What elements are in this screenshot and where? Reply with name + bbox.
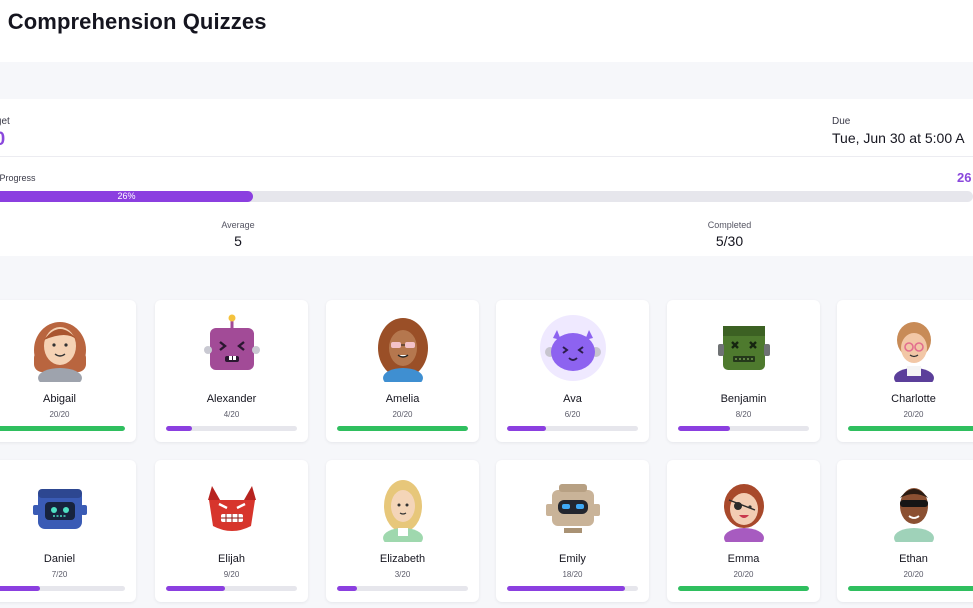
student-progress-track bbox=[337, 426, 468, 431]
student-score: 20/20 bbox=[903, 410, 924, 419]
student-progress-track bbox=[848, 426, 973, 431]
student-name: Ethan bbox=[899, 553, 928, 565]
student-progress-fill bbox=[0, 586, 40, 591]
student-progress-track bbox=[0, 426, 125, 431]
student-card[interactable]: Emma 20/20 bbox=[667, 460, 820, 602]
student-card[interactable]: Elijah 9/20 bbox=[155, 460, 308, 602]
girl-brown-hair-avatar-icon bbox=[25, 312, 95, 382]
student-card[interactable]: Ava 6/20 bbox=[496, 300, 649, 442]
student-name: Emily bbox=[559, 553, 586, 565]
student-progress-fill bbox=[0, 426, 125, 431]
average-label: Average bbox=[221, 220, 255, 230]
student-progress-track bbox=[507, 586, 638, 591]
student-progress-fill bbox=[337, 426, 468, 431]
student-score: 7/20 bbox=[51, 570, 68, 579]
student-name: Amelia bbox=[385, 393, 420, 405]
class-progress-percent: 26 bbox=[957, 170, 972, 185]
target-label: arget bbox=[0, 116, 10, 127]
completed-label: Completed bbox=[707, 220, 752, 230]
student-progress-track bbox=[678, 426, 809, 431]
completed-stat: Completed 5/30 bbox=[486, 212, 973, 256]
student-progress-track bbox=[507, 426, 638, 431]
student-score: 6/20 bbox=[564, 410, 581, 419]
student-progress-fill bbox=[848, 426, 973, 431]
student-progress-track bbox=[337, 586, 468, 591]
student-score: 20/20 bbox=[903, 570, 924, 579]
student-name: Emma bbox=[727, 553, 760, 565]
student-score: 18/20 bbox=[562, 570, 583, 579]
student-card[interactable]: Alexander 4/20 bbox=[155, 300, 308, 442]
student-score: 8/20 bbox=[735, 410, 752, 419]
student-progress-fill bbox=[337, 586, 357, 591]
student-name: Elizabeth bbox=[379, 553, 426, 565]
student-card[interactable]: Charlotte 20/20 bbox=[837, 300, 973, 442]
girl-eyepatch-avatar-icon bbox=[709, 472, 779, 542]
purple-robot-avatar-icon bbox=[197, 312, 267, 382]
student-progress-fill bbox=[507, 586, 625, 591]
student-score: 9/20 bbox=[223, 570, 240, 579]
student-name: Charlotte bbox=[891, 393, 936, 405]
class-progress-label: ass Progress bbox=[0, 173, 36, 183]
average-value: 5 bbox=[234, 233, 242, 249]
student-score: 4/20 bbox=[223, 410, 240, 419]
girl-glasses-overalls-avatar-icon bbox=[879, 312, 949, 382]
student-score: 20/20 bbox=[49, 410, 70, 419]
tan-robot-avatar-icon bbox=[538, 472, 608, 542]
student-name: Daniel bbox=[43, 553, 76, 565]
student-card[interactable]: Elizabeth 3/20 bbox=[326, 460, 479, 602]
page-header: g Comprehension Quizzes bbox=[0, 0, 973, 62]
class-progress-fill-label: 26% bbox=[117, 191, 136, 201]
target-value: 20 bbox=[0, 129, 5, 151]
due-value: Tue, Jun 30 at 5:00 A bbox=[832, 130, 965, 146]
average-stat: Average 5 bbox=[0, 212, 476, 256]
girl-blonde-hair-avatar-icon bbox=[368, 472, 438, 542]
page-title: g Comprehension Quizzes bbox=[0, 9, 267, 34]
summary-divider bbox=[0, 156, 973, 157]
student-progress-fill bbox=[848, 586, 973, 591]
student-progress-fill bbox=[507, 426, 547, 431]
student-name: Alexander bbox=[206, 393, 257, 405]
student-name: Abigail bbox=[42, 393, 77, 405]
student-score: 20/20 bbox=[733, 570, 754, 579]
due-label: Due bbox=[832, 116, 851, 127]
student-progress-track bbox=[678, 586, 809, 591]
student-name: Benjamin bbox=[720, 393, 767, 405]
student-name: Ava bbox=[563, 393, 582, 405]
boy-sunglasses-avatar-icon bbox=[879, 472, 949, 542]
red-devil-avatar-icon bbox=[197, 472, 267, 542]
student-progress-fill bbox=[678, 426, 731, 431]
girl-curly-hair-sunglasses-avatar-icon bbox=[368, 312, 438, 382]
student-card[interactable]: Amelia 20/20 bbox=[326, 300, 479, 442]
student-progress-track bbox=[0, 586, 125, 591]
student-progress-track bbox=[848, 586, 973, 591]
student-card[interactable]: Daniel 7/20 bbox=[0, 460, 136, 602]
purple-monster-avatar-icon bbox=[538, 312, 608, 382]
student-card[interactable]: Emily 18/20 bbox=[496, 460, 649, 602]
green-zombie-robot-avatar-icon bbox=[709, 312, 779, 382]
student-progress-fill bbox=[166, 426, 193, 431]
student-card[interactable]: Abigail 20/20 bbox=[0, 300, 136, 442]
student-progress-track bbox=[166, 426, 297, 431]
student-name: Elijah bbox=[218, 553, 245, 565]
student-progress-track bbox=[166, 586, 297, 591]
student-card[interactable]: Benjamin 8/20 bbox=[667, 300, 820, 442]
completed-value: 5/30 bbox=[715, 233, 744, 249]
student-score: 20/20 bbox=[392, 410, 413, 419]
student-card[interactable]: Ethan 20/20 bbox=[837, 460, 973, 602]
student-progress-fill bbox=[678, 586, 809, 591]
blue-robot-avatar-icon bbox=[25, 472, 95, 542]
student-progress-fill bbox=[166, 586, 225, 591]
student-score: 3/20 bbox=[394, 570, 411, 579]
